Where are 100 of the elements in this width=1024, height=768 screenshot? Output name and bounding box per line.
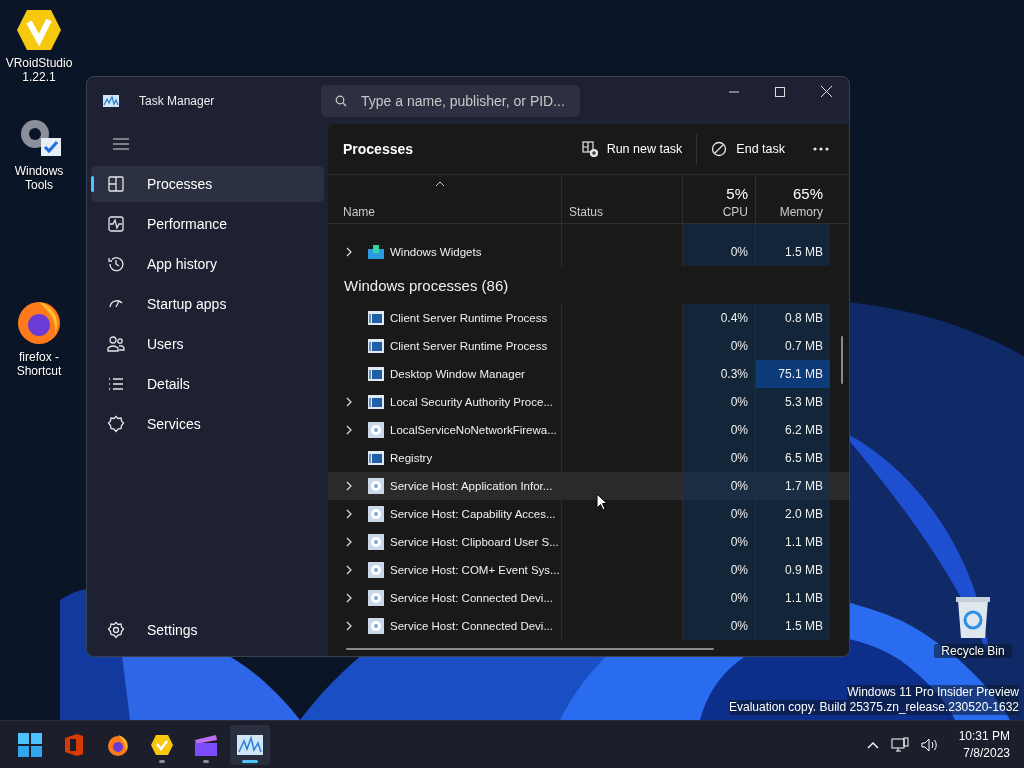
process-name: LocalServiceNoNetworkFirewa... <box>390 424 557 436</box>
list-icon <box>107 375 125 393</box>
build-notice-text: Evaluation copy. Build 25375.zn_release.230520-1632 <box>729 700 1019 715</box>
memory-value: 0.8 MB <box>785 311 823 325</box>
gear-icon <box>368 506 384 522</box>
window-icon <box>368 395 384 409</box>
windows-grid-icon <box>18 732 42 757</box>
users-icon <box>107 335 125 353</box>
search-icon <box>335 94 347 107</box>
process-name: Windows Widgets <box>390 246 482 258</box>
cpu-value: 0% <box>730 423 748 437</box>
caret-up-icon[interactable] <box>866 740 879 749</box>
cpu-value: 0% <box>730 479 748 493</box>
expand-chevron-icon[interactable] <box>346 509 352 519</box>
add-task-icon <box>581 141 598 157</box>
expand-chevron-icon[interactable] <box>346 537 352 547</box>
grid-icon <box>107 175 125 193</box>
page-title: Processes <box>343 141 414 157</box>
taskbar-app-button[interactable] <box>230 724 270 765</box>
cpu-value: 0.3% <box>720 367 748 381</box>
expand-chevron-icon[interactable] <box>346 565 352 575</box>
menu-icon <box>113 138 129 150</box>
memory-value: 0.9 MB <box>785 563 823 577</box>
window-title: Task Manager <box>139 93 215 108</box>
fox-globe-icon <box>106 732 130 757</box>
memory-value: 2.0 MB <box>785 507 823 521</box>
build-notice-text: Windows 11 Pro Insider Preview <box>847 685 1019 700</box>
clock[interactable]: 10:31 PM 7/8/2023 <box>958 727 1010 762</box>
memory-value: 0.7 MB <box>785 339 823 353</box>
prohibited-icon <box>711 141 728 157</box>
more-icon <box>813 147 829 151</box>
process-name: Service Host: Clipboard User S... <box>390 536 559 548</box>
process-name: Registry <box>390 452 433 464</box>
gear-icon <box>368 422 384 438</box>
mouse-pointer-icon <box>596 493 608 511</box>
recycle-bin-icon[interactable] <box>953 594 993 640</box>
cpu-value: 0% <box>730 591 748 605</box>
memory-value: 1.7 MB <box>785 479 823 493</box>
memory-value: 75.1 MB <box>778 367 823 381</box>
process-name: Desktop Window Manager <box>390 368 525 380</box>
column-header[interactable]: 5% CPU <box>682 175 755 223</box>
cpu-value: 0% <box>730 451 748 465</box>
gear-icon <box>368 590 384 606</box>
expand-chevron-icon[interactable] <box>346 397 352 407</box>
cpu-value: 0% <box>730 339 748 353</box>
scrollbar-thumb[interactable] <box>346 648 714 650</box>
process-name: Client Server Runtime Process <box>390 340 548 352</box>
desktop-icon-label[interactable]: Recycle Bin <box>934 644 1012 659</box>
column-header[interactable]: 65% Memory <box>755 175 830 223</box>
sidebar-item[interactable]: Details <box>91 366 324 402</box>
memory-value: 1.1 MB <box>785 591 823 605</box>
memory-value: 1.5 MB <box>785 245 823 259</box>
window-icon <box>368 311 384 325</box>
gear-icon <box>368 562 384 578</box>
column-header[interactable]: Status <box>561 175 682 223</box>
cpu-value: 0% <box>730 245 748 259</box>
cpu-value: 0% <box>730 507 748 521</box>
gear-icon <box>368 618 384 634</box>
cpu-value: 0.4% <box>720 311 748 325</box>
run-new-task-button[interactable]: Run new task <box>567 133 697 165</box>
cpu-value: 0% <box>730 535 748 549</box>
network-icon[interactable] <box>890 736 909 753</box>
sidebar-item[interactable]: Startup apps <box>91 286 324 322</box>
window-icon <box>368 339 384 353</box>
end-task-button[interactable]: End task <box>697 133 799 165</box>
scrollbar-thumb[interactable] <box>841 336 843 384</box>
window-icon <box>368 367 384 381</box>
hexagon-check-icon <box>150 733 174 756</box>
window-icon <box>368 451 384 465</box>
expand-chevron-icon[interactable] <box>346 247 352 257</box>
chart-icon <box>103 94 119 107</box>
memory-value: 6.5 MB <box>785 451 823 465</box>
sidebar-item[interactable]: Users <box>91 326 324 362</box>
speaker-icon[interactable] <box>920 737 939 752</box>
sidebar-item[interactable]: Processes <box>91 166 324 202</box>
history-icon <box>107 255 125 273</box>
sidebar-item[interactable]: App history <box>91 246 324 282</box>
pulse-icon <box>107 215 125 233</box>
sidebar-item[interactable]: Performance <box>91 206 324 242</box>
settings-button[interactable]: Settings <box>91 612 324 648</box>
sidebar-item[interactable]: Services <box>91 406 324 442</box>
expand-chevron-icon[interactable] <box>346 425 352 435</box>
gear-icon <box>368 478 384 494</box>
process-name: Local Security Authority Proce... <box>390 396 553 408</box>
expand-chevron-icon[interactable] <box>346 593 352 603</box>
expand-chevron-icon[interactable] <box>346 481 352 491</box>
process-name: Service Host: COM+ Event Sys... <box>390 564 560 576</box>
memory-value: 1.1 MB <box>785 535 823 549</box>
seal-icon <box>107 415 125 433</box>
process-name: Service Host: Application Infor... <box>390 480 553 492</box>
settings-icon <box>107 621 125 639</box>
maximize-icon <box>775 86 785 97</box>
expand-chevron-icon[interactable] <box>346 621 352 631</box>
cpu-value: 0% <box>730 395 748 409</box>
hexagon-check-icon[interactable] <box>15 8 63 52</box>
cpu-value: 0% <box>730 563 748 577</box>
process-name: Client Server Runtime Process <box>390 312 548 324</box>
search-field[interactable]: Type a name, publisher, or PID... <box>321 84 580 117</box>
chart-icon <box>237 734 263 755</box>
column-header[interactable]: Name <box>328 175 561 223</box>
